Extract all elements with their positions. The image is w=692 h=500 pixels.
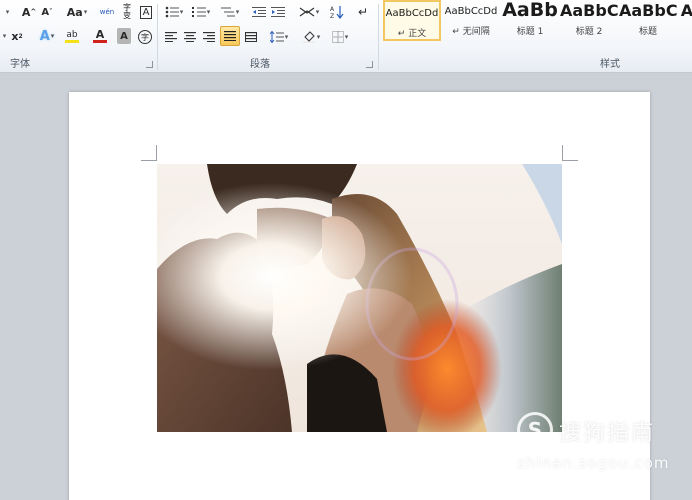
font-color-swatch <box>93 40 107 43</box>
multilevel-list-button[interactable]: ▾ <box>218 2 242 22</box>
dropdown-arrow[interactable]: ▾ <box>0 26 8 46</box>
svg-text:Z: Z <box>330 13 334 19</box>
character-border-button[interactable]: A <box>139 2 153 22</box>
group-separator <box>378 4 379 70</box>
style-sample: A <box>680 1 692 20</box>
shrink-font-button[interactable]: Aˇ <box>40 2 54 22</box>
font-size-dropdown[interactable]: ▾ <box>2 2 12 22</box>
distributed-button[interactable] <box>243 27 259 47</box>
styles-group: AaBbCcDd ↵ 正文 AaBbCcDd ↵ 无间隔 AaBb 标题 1 AaBbC 标题… <box>380 0 692 73</box>
top-right-crop-mark <box>562 145 578 161</box>
style-item[interactable]: AaBbC 标题 2 <box>560 0 618 41</box>
bullets-icon <box>165 6 179 18</box>
borders-icon <box>331 31 344 43</box>
character-shading-button[interactable]: A <box>117 28 131 44</box>
paragraph-group-label: 段落 <box>250 59 270 70</box>
style-item[interactable]: A <box>678 0 692 41</box>
font-group: ▾ A ^ Aˇ Aa ▾ wén 字变 A ▾ x2 A ▾ ab A A 字 字体 <box>0 0 157 73</box>
svg-text:A: A <box>330 6 335 13</box>
decrease-indent-button[interactable] <box>251 2 267 22</box>
align-right-button[interactable] <box>201 27 217 47</box>
style-name: 标题 1 <box>516 27 544 37</box>
grow-font-button[interactable]: A ^ <box>22 2 36 22</box>
superscript-button[interactable]: x2 <box>10 26 24 46</box>
style-sample: AaBbCcDd <box>444 6 498 17</box>
text-effects-button[interactable]: A ▾ <box>36 26 58 46</box>
phonetic-guide-icon: 字变 <box>123 3 131 20</box>
ribbon: ▾ A ^ Aˇ Aa ▾ wén 字变 A ▾ x2 A ▾ ab A A 字 字体… <box>0 0 692 73</box>
style-sample: AaBbCcDd <box>385 8 439 19</box>
watermark-logo: S <box>517 412 553 448</box>
style-name: 标题 2 <box>575 27 603 37</box>
align-center-button[interactable] <box>182 27 198 47</box>
distributed-icon <box>245 32 257 42</box>
shading-button[interactable]: ▾ <box>299 27 323 47</box>
sort-button[interactable]: AZ <box>328 2 346 22</box>
style-name: 标题 <box>638 27 657 37</box>
top-left-crop-mark <box>141 145 157 161</box>
chinese-layout-button[interactable]: ▾ <box>296 2 322 22</box>
highlight-swatch <box>65 39 79 43</box>
numbering-button[interactable]: ▾ <box>190 2 212 22</box>
line-spacing-icon <box>269 31 284 43</box>
align-center-icon <box>184 32 196 42</box>
change-case-button[interactable]: Aa ▾ <box>64 2 90 22</box>
paragraph-group: ▾ ▾ ▾ ▾ AZ ↵ ▾ ▾ ▾ 段落 <box>158 0 378 73</box>
highlight-color-button[interactable]: ab <box>60 26 84 46</box>
increase-indent-button[interactable] <box>270 2 286 22</box>
paragraph-dialog-launcher[interactable] <box>366 61 373 68</box>
paint-bucket-icon <box>302 31 315 43</box>
align-right-icon <box>203 32 215 42</box>
inserted-photo[interactable] <box>157 164 562 432</box>
style-sample: AaBbC <box>560 1 618 20</box>
font-color-button[interactable]: A <box>88 26 112 46</box>
styles-group-label: 样式 <box>600 59 620 70</box>
justify-icon <box>224 31 236 41</box>
watermark-name: 搜狗指南 <box>559 421 656 446</box>
sort-icon: AZ <box>330 6 344 19</box>
increase-indent-icon <box>271 7 285 17</box>
numbering-icon <box>191 7 206 17</box>
borders-button[interactable]: ▾ <box>328 27 352 47</box>
style-item[interactable]: AaBb 标题 1 <box>501 0 559 41</box>
style-item[interactable]: AaBbCcDd ↵ 无间隔 <box>442 0 500 41</box>
style-name: ↵ 无间隔 <box>452 27 490 37</box>
style-item[interactable]: AaBbCcDd ↵ 正文 <box>383 0 441 41</box>
watermark: S 搜狗指南 zhinan.sogou.com <box>513 410 688 480</box>
decrease-indent-icon <box>252 7 266 17</box>
align-left-button[interactable] <box>163 27 179 47</box>
font-group-label: 字体 <box>10 59 30 70</box>
style-sample: AaBbC <box>619 1 677 20</box>
font-dialog-launcher[interactable] <box>146 61 153 68</box>
phonetic-guide-button[interactable]: wén <box>99 2 115 22</box>
watermark-url: zhinan.sogou.com <box>517 454 670 472</box>
line-spacing-button[interactable]: ▾ <box>267 27 291 47</box>
align-left-icon <box>165 32 177 42</box>
multilevel-list-icon <box>220 7 235 17</box>
bullets-button[interactable]: ▾ <box>163 2 185 22</box>
style-item[interactable]: AaBbC 标题 <box>619 0 677 41</box>
chinese-layout-icon <box>299 7 315 17</box>
justify-button[interactable] <box>220 26 240 46</box>
enclose-characters-button[interactable]: 字 <box>137 27 153 47</box>
style-sample: AaBb <box>502 0 558 21</box>
style-name: ↵ 正文 <box>397 29 427 39</box>
show-formatting-button[interactable]: ↵ <box>356 2 370 22</box>
